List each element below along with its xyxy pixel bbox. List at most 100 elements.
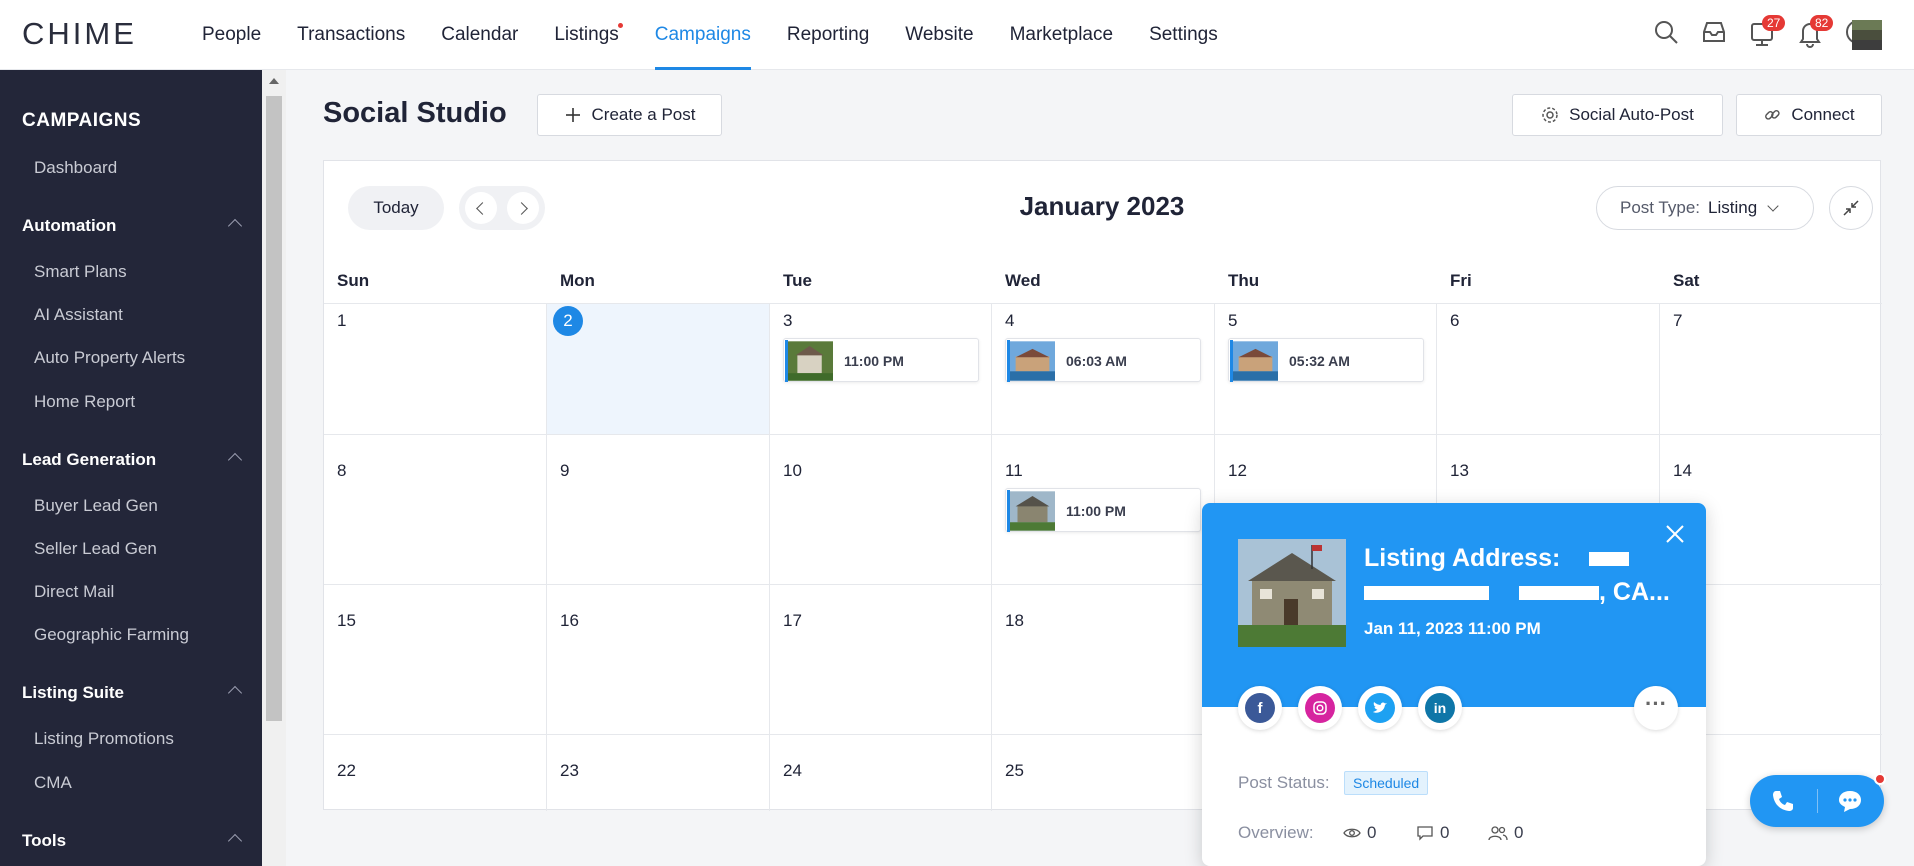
listing-thumbnail xyxy=(785,340,833,382)
nav-calendar[interactable]: Calendar xyxy=(423,0,536,70)
date-cell[interactable]: 8 xyxy=(337,461,346,481)
date-cell[interactable]: 17 xyxy=(783,611,802,631)
sidebar-section-listing-suite[interactable]: Listing Suite xyxy=(22,683,243,703)
nav-settings[interactable]: Settings xyxy=(1131,0,1236,70)
date-cell[interactable]: 15 xyxy=(337,611,356,631)
phone-icon[interactable] xyxy=(1770,788,1796,819)
date-cell[interactable]: 18 xyxy=(1005,611,1024,631)
date-cell[interactable]: 4 xyxy=(1005,311,1014,331)
sidebar-item-direct-mail[interactable]: Direct Mail xyxy=(34,582,114,602)
date-cell[interactable]: 14 xyxy=(1673,461,1692,481)
scroll-thumb[interactable] xyxy=(266,96,282,721)
calendar-event[interactable]: 11:00 PM xyxy=(1005,488,1201,532)
user-avatar[interactable] xyxy=(1852,20,1882,50)
overview-label: Overview: xyxy=(1238,823,1314,842)
bell-icon[interactable]: 82 xyxy=(1796,15,1834,50)
linkedin-button[interactable]: in xyxy=(1418,686,1462,730)
sidebar-item-geographic-farming[interactable]: Geographic Farming xyxy=(34,625,189,645)
sidebar-item-listing-promotions[interactable]: Listing Promotions xyxy=(34,729,174,749)
nav-listings[interactable]: Listings xyxy=(536,0,636,70)
nav-transactions[interactable]: Transactions xyxy=(279,0,423,70)
connect-button[interactable]: Connect xyxy=(1736,94,1882,136)
search-icon[interactable] xyxy=(1652,18,1682,50)
social-auto-post-label: Social Auto-Post xyxy=(1569,105,1694,124)
listing-thumbnail xyxy=(1007,490,1055,532)
date-cell[interactable]: 3 xyxy=(783,311,792,331)
date-cell[interactable]: 5 xyxy=(1228,311,1237,331)
redaction-spacer xyxy=(1567,552,1589,566)
collapse-icon xyxy=(1843,200,1859,216)
comment-icon xyxy=(1417,826,1433,841)
date-cell-today[interactable]: 2 xyxy=(553,306,583,336)
post-type-select[interactable]: Post Type: Listing xyxy=(1596,186,1814,230)
day-header-mon: Mon xyxy=(560,271,595,290)
reach-count: 0 xyxy=(1514,823,1524,842)
redacted-text xyxy=(1589,552,1630,567)
scroll-up-arrow[interactable] xyxy=(269,78,279,84)
main-nav: People Transactions Calendar Listings Ca… xyxy=(184,0,1236,70)
notifications-badge: 82 xyxy=(1810,15,1834,31)
date-cell[interactable]: 16 xyxy=(560,611,579,631)
tasks-icon[interactable]: 27 xyxy=(1748,15,1786,50)
twitter-icon xyxy=(1365,693,1395,723)
nav-website[interactable]: Website xyxy=(887,0,991,70)
sidebar-section-lead-generation[interactable]: Lead Generation xyxy=(22,450,243,470)
calendar-event[interactable]: 11:00 PM xyxy=(783,338,979,382)
more-options-button[interactable]: ··· xyxy=(1634,686,1678,730)
date-cell[interactable]: 25 xyxy=(1005,761,1024,781)
link-icon xyxy=(1765,110,1780,120)
sidebar-section-tools[interactable]: Tools xyxy=(22,831,243,851)
sidebar-item-auto-property-alerts[interactable]: Auto Property Alerts xyxy=(34,348,185,368)
section-label: Tools xyxy=(22,831,67,850)
date-cell[interactable]: 12 xyxy=(1228,461,1247,481)
facebook-icon: f xyxy=(1245,693,1275,723)
status-badge: Scheduled xyxy=(1344,771,1429,795)
day-header-fri: Fri xyxy=(1450,271,1472,290)
date-cell[interactable]: 22 xyxy=(337,761,356,781)
date-cell[interactable]: 11 xyxy=(1005,461,1023,481)
sidebar-item-dashboard[interactable]: Dashboard xyxy=(34,158,117,178)
date-cell[interactable]: 9 xyxy=(560,461,569,481)
date-cell[interactable]: 7 xyxy=(1673,311,1682,331)
date-cell[interactable]: 24 xyxy=(783,761,802,781)
chat-icon[interactable] xyxy=(1836,788,1864,819)
sidebar-item-cma[interactable]: CMA xyxy=(34,773,72,793)
date-cell[interactable]: 13 xyxy=(1450,461,1469,481)
create-post-button[interactable]: Create a Post xyxy=(537,94,722,136)
gear-icon xyxy=(1542,107,1558,123)
date-cell[interactable]: 6 xyxy=(1450,311,1459,331)
nav-people[interactable]: People xyxy=(184,0,279,70)
divider xyxy=(1817,789,1818,813)
sidebar-scrollbar[interactable] xyxy=(262,70,286,866)
inbox-icon[interactable] xyxy=(1700,18,1730,50)
collapse-button[interactable] xyxy=(1829,186,1873,230)
day-header-sat: Sat xyxy=(1673,271,1700,290)
section-label: Automation xyxy=(22,216,117,235)
post-type-value: Listing xyxy=(1708,198,1758,217)
facebook-button[interactable]: f xyxy=(1238,686,1282,730)
sidebar-item-smart-plans[interactable]: Smart Plans xyxy=(34,262,127,282)
sidebar-item-seller-lead-gen[interactable]: Seller Lead Gen xyxy=(34,539,157,559)
nav-marketplace[interactable]: Marketplace xyxy=(992,0,1132,70)
sidebar-item-home-report[interactable]: Home Report xyxy=(34,392,135,412)
event-time: 06:03 AM xyxy=(1066,353,1127,369)
calendar-event[interactable]: 05:32 AM xyxy=(1228,338,1424,382)
date-cell[interactable]: 23 xyxy=(560,761,579,781)
nav-reporting[interactable]: Reporting xyxy=(769,0,887,70)
sidebar-item-buyer-lead-gen[interactable]: Buyer Lead Gen xyxy=(34,496,158,516)
chime-logo[interactable]: CHIME xyxy=(22,16,137,52)
sidebar-section-automation[interactable]: Automation xyxy=(22,216,243,236)
post-datetime: Jan 11, 2023 11:00 PM xyxy=(1364,619,1541,638)
post-detail-popup: Listing Address: , CA... Jan 11, 2023 11… xyxy=(1202,503,1706,866)
create-post-label: Create a Post xyxy=(591,105,696,124)
date-cell[interactable]: 1 xyxy=(337,311,346,331)
event-time: 11:00 PM xyxy=(844,353,904,369)
sidebar-item-ai-assistant[interactable]: AI Assistant xyxy=(34,305,123,325)
nav-campaigns[interactable]: Campaigns xyxy=(637,0,769,70)
date-cell[interactable]: 10 xyxy=(783,461,802,481)
calendar-event[interactable]: 06:03 AM xyxy=(1005,338,1201,382)
comments-stat: 0 xyxy=(1416,823,1449,843)
social-auto-post-button[interactable]: Social Auto-Post xyxy=(1512,94,1723,136)
twitter-button[interactable] xyxy=(1358,686,1402,730)
instagram-button[interactable] xyxy=(1298,686,1342,730)
